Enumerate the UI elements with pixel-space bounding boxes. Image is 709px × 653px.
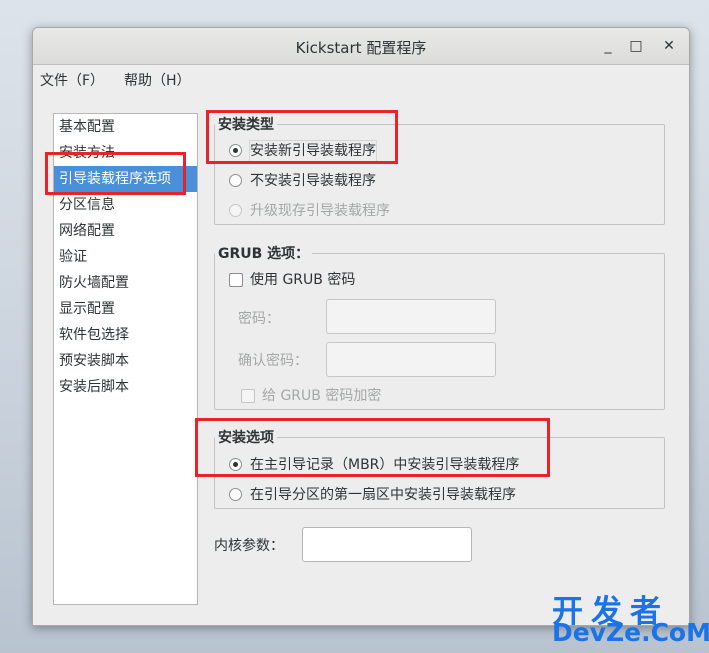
nav-item-packages[interactable]: 软件包选择 (54, 322, 197, 348)
radio-install-partition[interactable]: 在引导分区的第一扇区中安装引导装载程序 (229, 485, 549, 505)
close-button[interactable]: ✕ (659, 36, 679, 56)
menu-help[interactable]: 帮助（H） (124, 70, 191, 90)
radio-icon (229, 204, 242, 217)
highlight-box-install-options (195, 418, 550, 477)
nav-item-post-script[interactable]: 安装后脚本 (54, 374, 197, 400)
checkbox-encrypt-grub-password[interactable]: 给 GRUB 密码加密 (241, 386, 421, 406)
maximize-button[interactable]: □ (626, 36, 646, 56)
nav-item-firewall[interactable]: 防火墙配置 (54, 270, 197, 296)
nav-item-partition[interactable]: 分区信息 (54, 192, 197, 218)
nav-item-auth[interactable]: 验证 (54, 244, 197, 270)
site-watermark-logo: 开发者 DevZe.CoM (552, 586, 709, 652)
password-label: 密码： (238, 311, 280, 327)
title-bar[interactable]: Kickstart 配置程序 _ □ ✕ (33, 28, 689, 65)
nav-item-pre-script[interactable]: 预安装脚本 (54, 348, 197, 374)
menu-bar: 文件（F） 帮助（H） (33, 65, 689, 91)
menu-file[interactable]: 文件（F） (40, 70, 104, 90)
kernel-params-label: 内核参数： (214, 538, 284, 554)
window-title: Kickstart 配置程序 (295, 39, 427, 57)
radio-icon (229, 174, 242, 187)
radio-icon (229, 488, 242, 501)
radio-no-install[interactable]: 不安装引导装载程序 (229, 171, 419, 191)
grub-password-field[interactable] (326, 299, 496, 334)
minimize-button[interactable]: _ (598, 36, 618, 56)
highlight-box-bootloader-nav (45, 152, 186, 195)
highlight-box-install-type (206, 110, 398, 164)
nav-item-basic[interactable]: 基本配置 (54, 114, 197, 140)
radio-upgrade[interactable]: 升级现存引导装载程序 (229, 201, 439, 221)
kernel-params-input[interactable] (302, 527, 472, 562)
confirm-password-label: 确认密码： (238, 353, 308, 369)
checkbox-use-grub-password[interactable]: 使用 GRUB 密码 (229, 270, 389, 290)
nav-item-display[interactable]: 显示配置 (54, 296, 197, 322)
checkbox-icon (241, 389, 255, 403)
grub-confirm-password-field[interactable] (326, 342, 496, 377)
grub-options-title: GRUB 选项： (215, 243, 313, 263)
checkbox-icon (229, 273, 243, 287)
watermark-bottom: DevZe.CoM (552, 618, 709, 647)
nav-item-network[interactable]: 网络配置 (54, 218, 197, 244)
